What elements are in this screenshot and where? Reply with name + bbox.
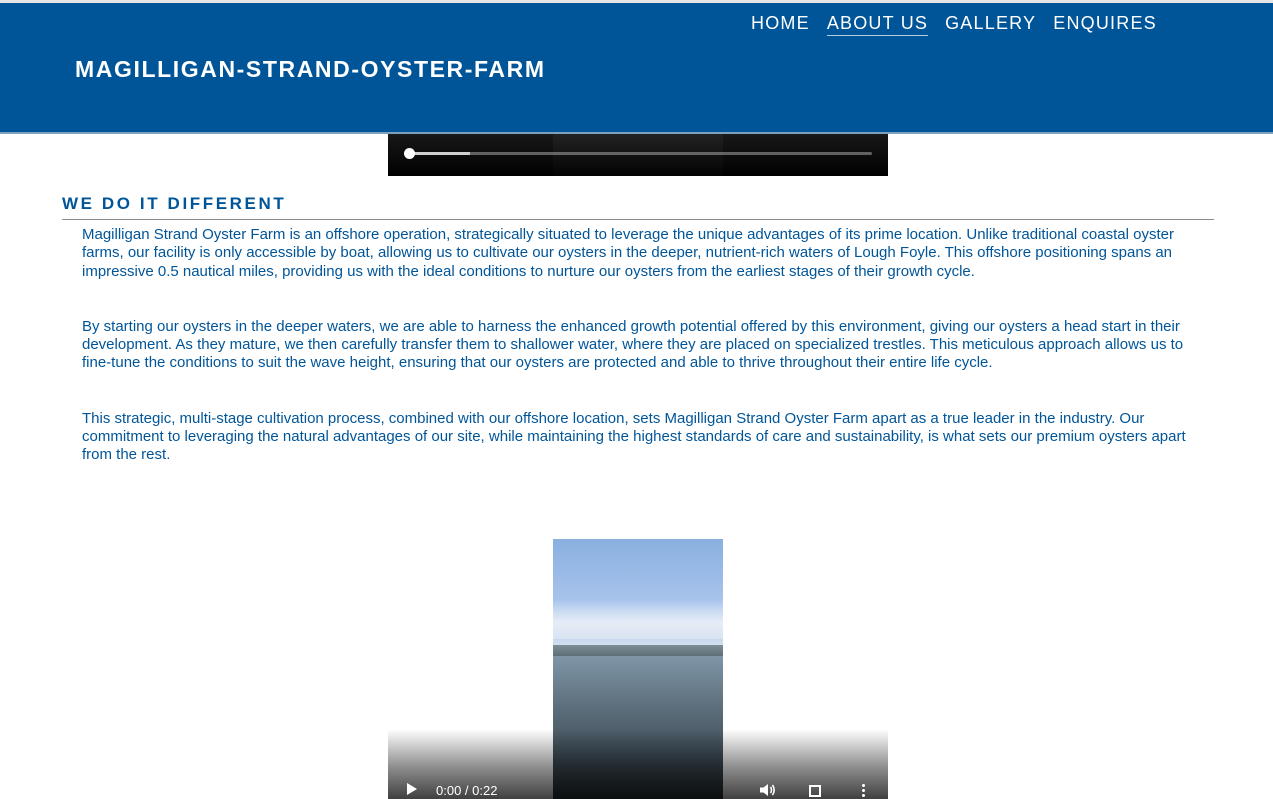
nav-gallery[interactable]: GALLERY [945,13,1036,36]
play-icon[interactable] [407,783,417,795]
nav-enquires[interactable]: ENQUIRES [1053,13,1157,36]
about-content: Magilligan Strand Oyster Farm is an offs… [82,226,1207,502]
more-options-icon[interactable] [862,784,866,798]
heading-divider [62,219,1214,220]
paragraph-3: This strategic, multi-stage cultivation … [82,409,1186,464]
video-progress-bar[interactable] [404,148,872,159]
volume-icon[interactable] [760,783,776,797]
section-heading: WE DO IT DIFFERENT [62,194,287,213]
site-title[interactable]: MAGILLIGAN-STRAND-OYSTER-FARM [75,56,546,83]
video-time: 0:00 / 0:22 [436,783,498,798]
top-video-player[interactable] [388,134,888,176]
main-video-player[interactable]: 0:00 / 0:22 [388,539,888,799]
main-nav: HOME ABOUT US GALLERY ENQUIRES [751,13,1174,36]
fullscreen-icon[interactable] [809,785,821,797]
paragraph-2: By starting our oysters in the deeper wa… [82,317,1184,372]
nav-about-us[interactable]: ABOUT US [826,13,929,36]
video-shoreline [553,645,723,656]
video-scrub-handle[interactable] [404,148,415,159]
site-header: MAGILLIGAN-STRAND-OYSTER-FARM HOME ABOUT… [0,3,1273,134]
paragraph-1: Magilligan Strand Oyster Farm is an offs… [82,226,1174,280]
nav-home[interactable]: HOME [751,13,810,36]
video-buffered [410,152,470,155]
